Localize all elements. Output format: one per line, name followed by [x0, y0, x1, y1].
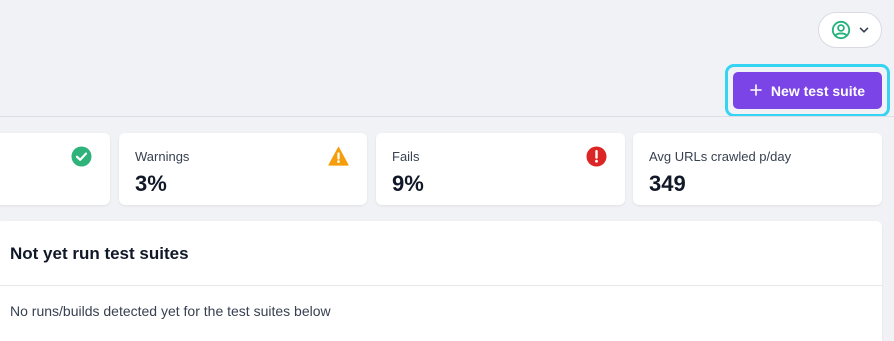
empty-state-message: No runs/builds detected yet for the test… [10, 303, 331, 319]
check-circle-icon [71, 146, 92, 167]
chevron-down-icon [858, 24, 870, 36]
new-test-suite-focus-ring: New test suite [725, 64, 890, 117]
panel-title: Not yet run test suites [10, 244, 189, 263]
stat-value-warnings: 3% [135, 171, 167, 196]
plus-icon [750, 83, 762, 99]
stat-label-warnings: Warnings [135, 149, 190, 164]
stat-card-passes [0, 133, 110, 205]
stat-label-avg-urls: Avg URLs crawled p/day [649, 149, 792, 164]
warning-triangle-icon [328, 146, 349, 167]
new-test-suite-button[interactable]: New test suite [733, 72, 882, 109]
header-divider [0, 116, 894, 117]
user-menu-button[interactable] [818, 12, 882, 48]
error-circle-icon [586, 146, 607, 167]
stat-card-avg-urls: Avg URLs crawled p/day 349 [633, 133, 882, 205]
stat-value-fails: 9% [392, 171, 424, 196]
stat-card-warnings: Warnings 3% [119, 133, 367, 205]
user-circle-icon [831, 20, 851, 40]
new-test-suite-label: New test suite [770, 82, 866, 99]
not-run-test-suites-panel: Not yet run test suites No runs/builds d… [0, 221, 882, 341]
panel-divider [0, 285, 882, 286]
stat-value-avg-urls: 349 [649, 171, 686, 196]
stat-card-fails: Fails 9% [376, 133, 625, 205]
stat-label-fails: Fails [392, 149, 420, 164]
